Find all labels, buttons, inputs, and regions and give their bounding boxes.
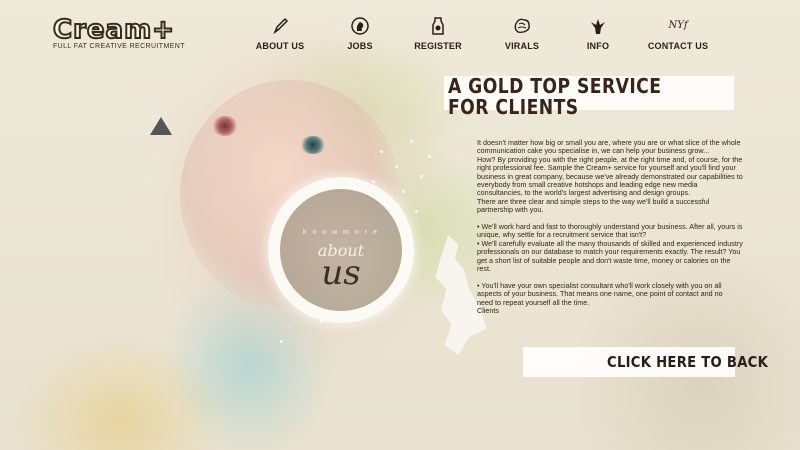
milk-bottle-icon — [432, 17, 444, 35]
nav-label: ABOUT US — [255, 41, 305, 51]
body-line: Clients — [477, 306, 499, 316]
nav-jobs[interactable]: JOBS — [325, 16, 395, 51]
brain-icon — [514, 18, 530, 34]
about-us-circle-button[interactable]: k n o w m o r e about us — [268, 177, 414, 323]
nav-label: CONTACT US — [647, 41, 709, 51]
body-line: get a short list of suitable people and … — [477, 255, 731, 265]
baby-eye-right — [300, 136, 326, 154]
body-line: need to repeat yourself all the time. — [477, 297, 590, 307]
baby-eye-left — [212, 116, 238, 136]
nav-register[interactable]: REGISTER — [403, 16, 473, 51]
know-more-text: k n o w m o r e — [303, 229, 379, 236]
main-nav: ABOUT US JOBS REGISTER VIRALS INFO NYf C… — [255, 16, 715, 56]
page-title: A GOLD TOP SERVICE FOR CLIENTS — [448, 76, 661, 118]
cameo-icon — [351, 17, 369, 35]
logo-tagline: FULL FAT CREATIVE RECRUITMENT — [53, 43, 185, 50]
pencil-tip-graphic — [150, 117, 172, 135]
back-button-label[interactable]: CLICK HERE TO BACK — [607, 353, 768, 371]
nav-contact-us[interactable]: NYf CONTACT US — [643, 16, 713, 51]
nyf-icon: NYf — [668, 20, 688, 31]
nav-virals[interactable]: VIRALS — [487, 16, 557, 51]
nav-about-us[interactable]: ABOUT US — [245, 16, 315, 51]
nav-label: INFO — [586, 41, 610, 51]
body-copy: It doesn't matter how big or small you a… — [477, 138, 745, 316]
nav-label: JOBS — [347, 41, 373, 51]
body-line: partnership with you. — [477, 205, 544, 215]
nav-info[interactable]: INFO — [563, 16, 633, 51]
eagle-icon — [591, 19, 605, 34]
title-line-1: A GOLD TOP SERVICE — [448, 74, 662, 98]
nav-label: REGISTER — [414, 41, 462, 51]
title-line-2: FOR CLIENTS — [448, 95, 579, 119]
body-line: rest. — [477, 264, 491, 274]
nav-label: VIRALS — [504, 41, 540, 51]
us-text: us — [321, 253, 361, 293]
pencil-icon — [273, 17, 289, 35]
cream-plus-logo[interactable]: Cream+ FULL FAT CREATIVE RECRUITMENT — [52, 15, 185, 50]
logo-wordmark: Cream+ — [52, 15, 175, 45]
